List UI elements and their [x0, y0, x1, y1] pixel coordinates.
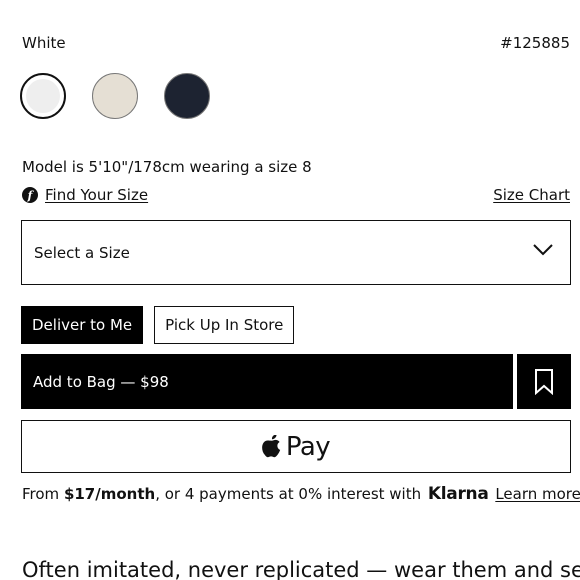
add-to-bag-button[interactable]: Add to Bag — $98 [21, 354, 513, 409]
size-links: f Find Your Size Size Chart [22, 186, 570, 208]
size-chart-link[interactable]: Size Chart [493, 186, 570, 204]
wishlist-button[interactable] [517, 354, 571, 409]
apple-pay-button[interactable]: Pay [21, 420, 571, 473]
find-your-size-label: Find Your Size [45, 186, 149, 204]
klarna-middle: , or 4 payments at 0% interest with [155, 485, 426, 503]
color-row: White #125885 [22, 34, 570, 56]
chevron-down-icon [533, 244, 553, 256]
size-select-label: Select a Size [34, 243, 130, 262]
apple-pay-word: Pay [285, 431, 331, 462]
find-your-size-link[interactable]: f Find Your Size [22, 186, 148, 204]
product-tagline: Often imitated, never replicated — wear … [22, 558, 580, 580]
klarna-logo: Klarna [427, 484, 489, 504]
product-sku: #125885 [500, 34, 570, 52]
klarna-monthly: $17/month [63, 485, 156, 503]
model-info: Model is 5'10"/178cm wearing a size 8 [22, 158, 312, 176]
swatch-cream[interactable] [92, 73, 138, 119]
pick-up-in-store-button[interactable]: Pick Up In Store [154, 306, 295, 344]
klarna-prefix: From [22, 485, 64, 503]
swatch-white[interactable] [20, 73, 66, 119]
bookmark-icon [535, 368, 553, 395]
fit-finder-icon: f [22, 187, 38, 203]
swatch-navy[interactable] [164, 73, 210, 119]
selected-color-name: White [22, 34, 66, 52]
size-select[interactable]: Select a Size [21, 220, 571, 285]
delivery-options: Deliver to Me Pick Up In Store [21, 306, 295, 344]
klarna-message: From $17/month, or 4 payments at 0% inte… [22, 484, 580, 504]
apple-logo-icon [261, 434, 281, 457]
deliver-to-me-button[interactable]: Deliver to Me [21, 306, 144, 344]
add-to-bag-label: Add to Bag — $98 [33, 372, 169, 391]
klarna-learn-more-link[interactable]: Learn more [495, 485, 580, 503]
